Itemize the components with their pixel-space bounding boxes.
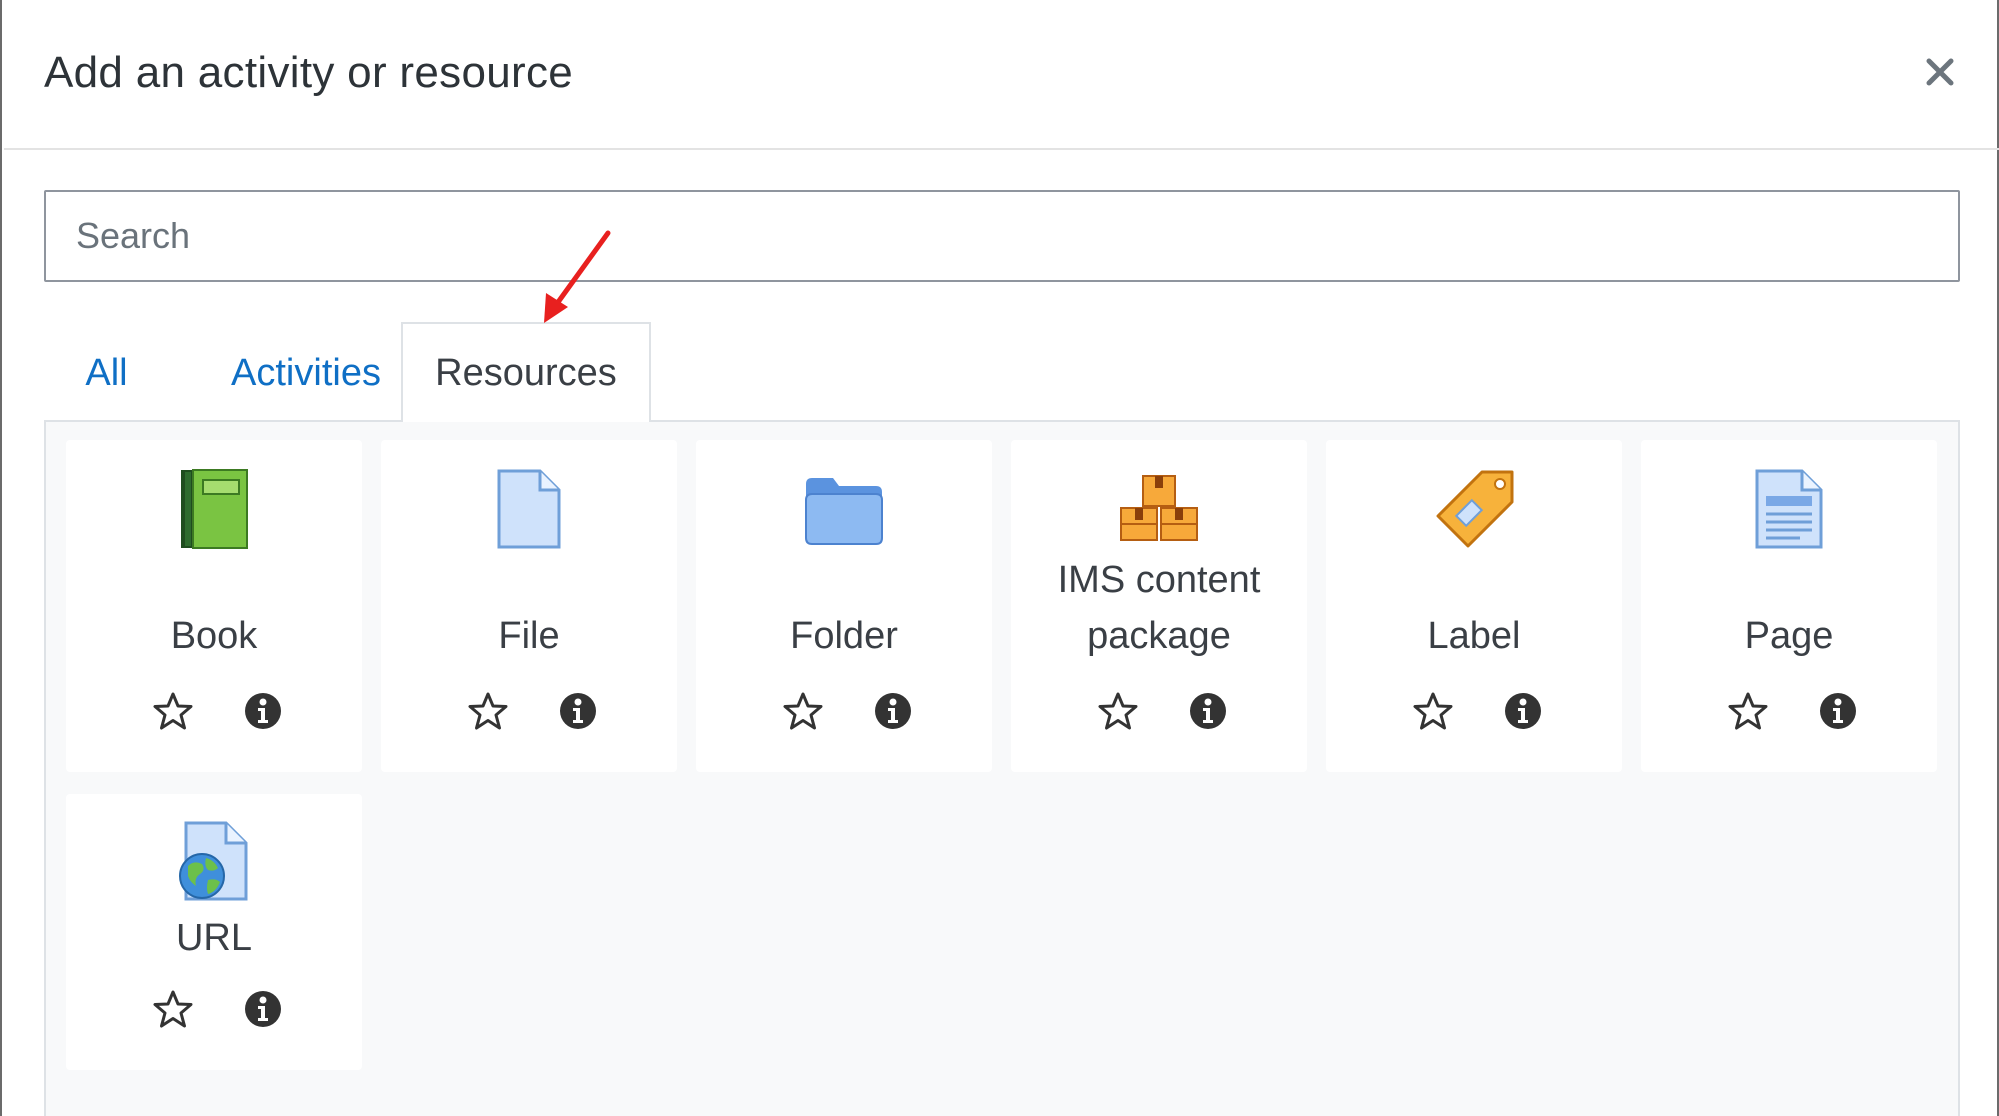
folder-icon [805,478,883,545]
star-icon [468,692,508,730]
star-button[interactable] [778,686,828,736]
star-button[interactable] [1093,686,1143,736]
star-icon [783,692,823,730]
info-button[interactable] [238,686,288,736]
tab-bar: All Activities Resources [44,322,1960,424]
star-icon [1728,692,1768,730]
page-icon [1755,469,1823,549]
star-icon [153,692,193,730]
info-button[interactable] [868,686,918,736]
star-button[interactable] [463,686,513,736]
close-icon [1926,58,1954,86]
url-globe-icon [179,821,248,901]
resource-label: IMS content package [1057,559,1261,657]
star-button[interactable] [1723,686,1773,736]
label-tag-icon [1436,470,1514,548]
star-button[interactable] [148,984,198,1034]
star-button[interactable] [1408,686,1458,736]
info-button[interactable] [238,984,288,1034]
resource-card-ims-content-package[interactable]: IMS content package [1011,440,1307,772]
resource-label: File [498,615,560,657]
info-button[interactable] [553,686,603,736]
resource-card-file[interactable]: File [381,440,677,772]
resource-card-book[interactable]: Book [66,440,362,772]
info-button[interactable] [1813,686,1863,736]
info-icon [560,693,596,729]
book-icon [181,469,248,549]
resource-label: Folder [790,615,898,657]
resource-label: Page [1744,615,1834,657]
resource-label: URL [175,917,253,959]
star-icon [1413,692,1453,730]
info-icon [1505,693,1541,729]
info-button[interactable] [1498,686,1548,736]
star-icon [153,990,193,1028]
search-input[interactable] [44,190,1960,282]
tab-resources[interactable]: Resources [401,322,651,424]
resource-grid: Book File Folder IMS content package Lab… [44,422,1960,1116]
modal-title: Add an activity or resource [44,48,574,97]
star-button[interactable] [148,686,198,736]
add-activity-modal: Add an activity or resource All Activiti… [0,0,1999,1116]
info-icon [1820,693,1856,729]
file-icon [497,469,561,549]
resource-card-label[interactable]: Label [1326,440,1622,772]
resource-card-page[interactable]: Page [1641,440,1937,772]
tab-all[interactable]: All [44,322,169,424]
info-icon [1190,693,1226,729]
resource-card-folder[interactable]: Folder [696,440,992,772]
modal-header: Add an activity or resource [4,0,1999,150]
resource-card-url[interactable]: URL [66,794,362,1070]
info-icon [245,991,281,1027]
resource-label: Book [170,615,258,657]
info-button[interactable] [1183,686,1233,736]
info-icon [875,693,911,729]
resource-label: Label [1427,615,1521,657]
ims-package-icon [1120,475,1198,541]
info-icon [245,693,281,729]
star-icon [1098,692,1138,730]
close-button[interactable] [1910,42,1970,102]
